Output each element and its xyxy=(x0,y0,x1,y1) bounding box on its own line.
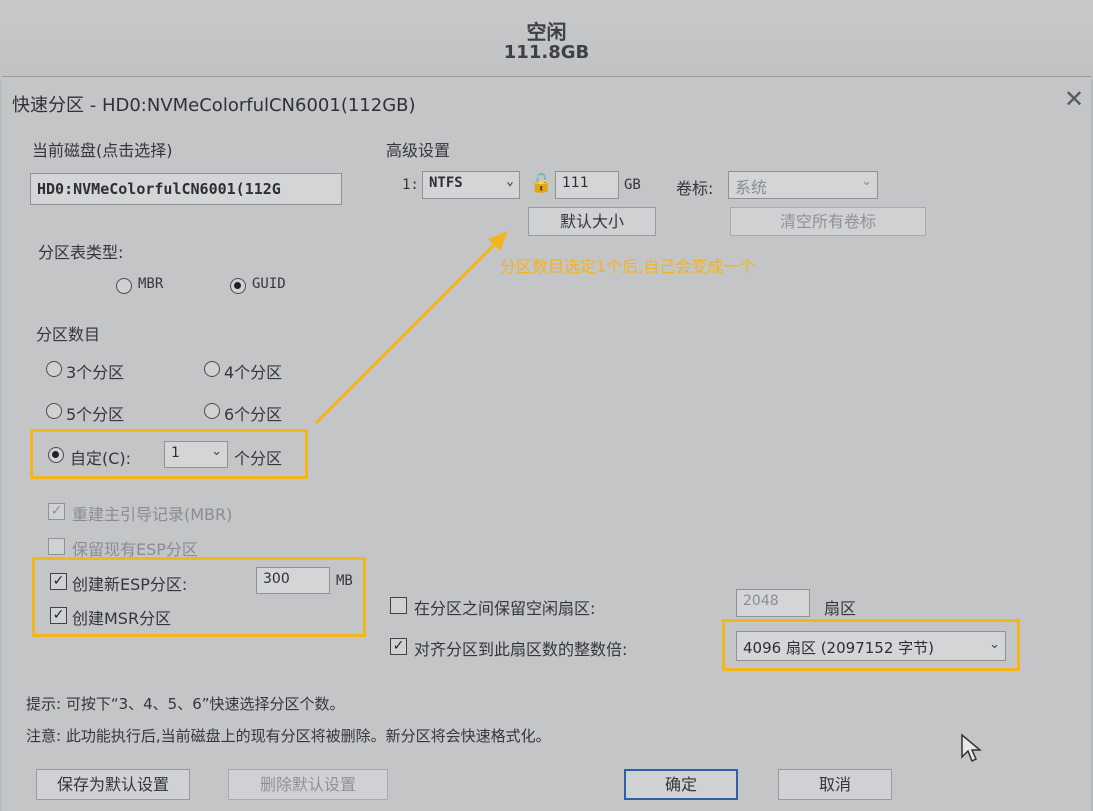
checkbox-keep-free-sectors[interactable] xyxy=(390,597,407,614)
save-default-button[interactable]: 保存为默认设置 xyxy=(36,769,190,800)
keep-free-sectors-label: 在分区之间保留空闲扇区: xyxy=(414,599,596,618)
alignment-value: 4096 扇区 (2097152 字节) xyxy=(743,639,934,657)
background-partition-bar: 空闲 111.8GB xyxy=(0,0,1093,80)
cancel-button[interactable]: 取消 xyxy=(778,769,892,800)
ok-button[interactable]: 确定 xyxy=(624,769,738,800)
delete-default-button[interactable]: 删除默认设置 xyxy=(228,769,388,800)
free-sectors-unit: 扇区 xyxy=(824,599,857,618)
align-partitions-label: 对齐分区到此扇区数的整数倍: xyxy=(414,640,628,659)
background-partition-title: 空闲 xyxy=(526,20,567,44)
checkbox-align-partitions[interactable]: ✓ xyxy=(390,638,407,655)
quick-partition-dialog: 快速分区 - HD0:NVMeColorfulCN6001(112GB) ✕ 当… xyxy=(2,76,1091,811)
free-sectors-input[interactable]: 2048 xyxy=(736,589,810,617)
tip-text: 提示: 可按下“3、4、5、6”快速选择分区个数。 xyxy=(26,695,345,713)
alignment-select[interactable]: 4096 扇区 (2097152 字节) ⌄ xyxy=(736,631,1006,661)
annotation-text: 分区数目选定1个后,自己会变成一个 xyxy=(500,257,756,276)
mouse-cursor-icon xyxy=(961,733,982,763)
chevron-down-icon: ⌄ xyxy=(989,637,1000,652)
background-partition-size: 111.8GB xyxy=(503,42,590,63)
warning-text: 注意: 此功能执行后,当前磁盘上的现有分区将被删除。新分区将会快速格式化。 xyxy=(26,727,551,745)
